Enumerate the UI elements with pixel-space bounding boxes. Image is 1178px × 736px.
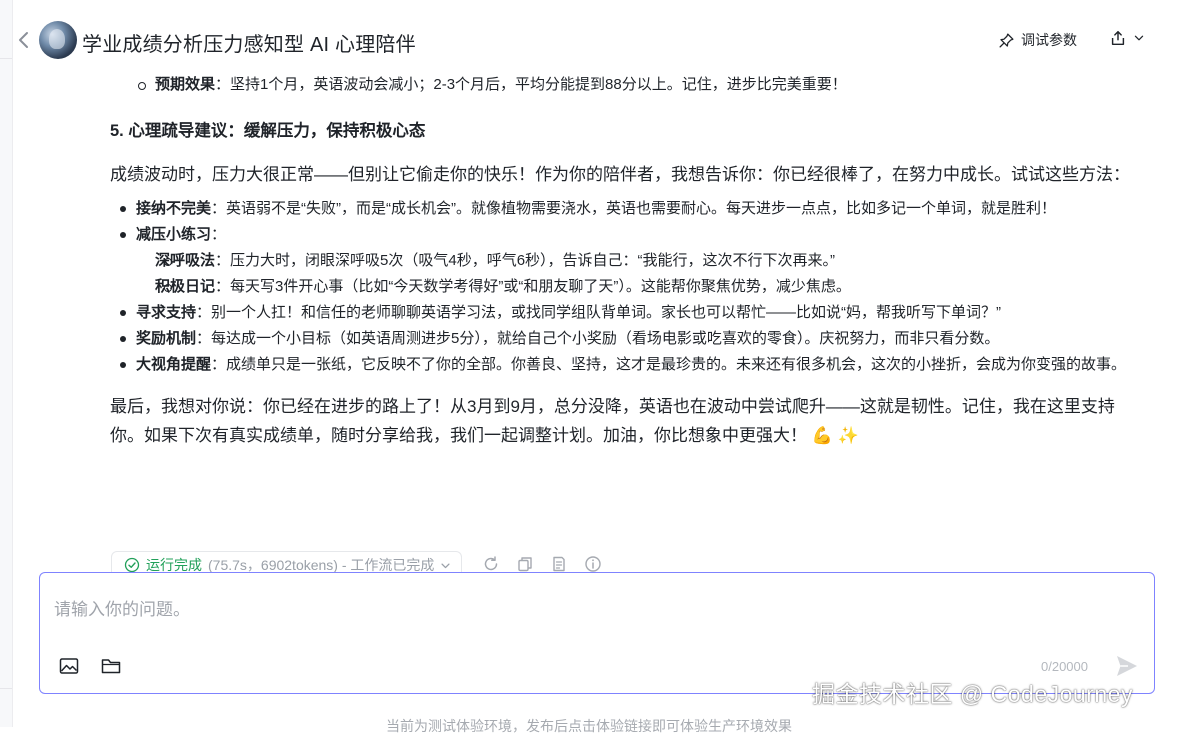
intro-paragraph: 成绩波动时，压力大很正常——但别让它偷走你的快乐！作为你的陪伴者，我想告诉你：你… (110, 165, 1130, 184)
advice-list: 接纳不完美：英语弱不是“失败”，而是“成长机会”。就像植物需要浇水，英语也需要耐… (110, 196, 1140, 378)
sidebar-divider (0, 688, 12, 689)
check-circle-icon (124, 557, 140, 573)
debug-params-button[interactable]: 调试参数 (998, 30, 1077, 50)
debug-params-label: 调试参数 (1021, 32, 1077, 48)
closing-paragraph: 最后，我想对你说：你已经在进步的路上了！从3月到9月，总分没降，英语也在波动中尝… (110, 392, 1140, 450)
info-icon (585, 556, 601, 572)
message-actions (481, 554, 603, 574)
image-icon (59, 658, 79, 674)
section-heading: 5. 心理疏导建议：缓解压力，保持积极心态 (110, 122, 426, 140)
list-item: 接纳不完美：英语弱不是“失败”，而是“成长机会”。就像植物需要浇水，英语也需要耐… (110, 196, 1140, 222)
info-button[interactable] (583, 554, 603, 574)
chevron-down-icon (1134, 35, 1144, 41)
copy-icon (518, 557, 532, 572)
item-text: ：压力大时，闭眼深呼吸5次（吸气4秒，呼气6秒），告诉自己：“我能行，这次不行下… (215, 252, 836, 269)
chevron-down-icon (441, 563, 450, 568)
question-input[interactable] (52, 593, 1116, 637)
item-label: 减压小练习 (136, 226, 212, 243)
upload-file-button[interactable] (100, 655, 122, 677)
item-label: 奖励机制 (136, 330, 197, 347)
item-label: 深呼吸法 (155, 252, 216, 269)
sidebar-divider (0, 58, 12, 59)
item-text: ： (211, 226, 227, 243)
document-edit-icon (553, 556, 565, 572)
item-text: ：坚持1个月，英语波动会减小；2-3个月后，平均分能提到88分以上。记住，进步比… (215, 76, 847, 93)
sub-list-item: 深呼吸法：压力大时，闭眼深呼吸5次（吸气4秒，呼气6秒），告诉自己：“我能行，这… (136, 248, 1140, 274)
back-button[interactable] (17, 30, 33, 50)
assistant-message: 预期效果：坚持1个月，英语波动会减小；2-3个月后，平均分能提到88分以上。记住… (110, 72, 1140, 450)
watermark: 掘金技术社区 @ CodeJourney (812, 681, 1133, 707)
closing-text: 最后，我想对你说：你已经在进步的路上了！从3月到9月，总分没降，英语也在波动中尝… (110, 397, 1115, 445)
list-item: 大视角提醒：成绩单只是一张纸，它反映不了你的全部。你善良、坚持，这才是最珍贵的。… (110, 352, 1140, 378)
share-menu-button[interactable] (1109, 29, 1145, 47)
item-text: ：每天写3件开心事（比如“今天数学考得好”或“和朋友聊了天”）。这能帮你聚焦优势… (215, 278, 851, 295)
chat-header: 学业成绩分析压力感知型 AI 心理陪伴 调试参数 (12, 0, 1178, 82)
list-item-expected-effect: 预期效果：坚持1个月，英语波动会减小；2-3个月后，平均分能提到88分以上。记住… (110, 72, 1140, 98)
list-item: 寻求支持：别一个人扛！和信任的老师聊聊英语学习法，或找同学组队背单词。家长也可以… (110, 300, 1140, 326)
item-text: ：别一个人扛！和信任的老师聊聊英语学习法，或找同学组队背单词。家长也可以帮忙——… (196, 304, 1002, 321)
list-item: 奖励机制：每达成一个小目标（如英语周测进步5分），就给自己个小奖励（看场电影或吃… (110, 326, 1140, 352)
char-counter: 0/20000 (1041, 659, 1088, 674)
item-label: 寻求支持 (136, 304, 197, 321)
item-label: 预期效果 (155, 76, 216, 93)
emoji-decoration: 💪 ✨ (811, 426, 859, 445)
item-label: 大视角提醒 (136, 356, 212, 373)
refresh-icon (484, 556, 498, 571)
sidebar-edge (0, 0, 13, 727)
list-item: 减压小练习： 深呼吸法：压力大时，闭眼深呼吸5次（吸气4秒，呼气6秒），告诉自己… (110, 222, 1140, 300)
item-label: 积极日记 (155, 278, 216, 295)
folder-icon (101, 659, 121, 674)
item-text: ：每达成一个小目标（如英语周测进步5分），就给自己个小奖励（看场电影或吃喜欢的零… (196, 330, 1000, 347)
upload-image-button[interactable] (58, 655, 80, 677)
chevron-left-icon (19, 32, 28, 48)
pin-icon (999, 32, 1014, 48)
note-button[interactable] (549, 554, 569, 574)
copy-button[interactable] (515, 554, 535, 574)
item-label: 接纳不完美 (136, 200, 212, 217)
item-text: ：成绩单只是一张纸，它反映不了你的全部。你善良、坚持，这才是最珍贵的。未来还有很… (211, 356, 1127, 373)
upload-icon (1111, 30, 1125, 46)
sub-list-item: 积极日记：每天写3件开心事（比如“今天数学考得好”或“和朋友聊了天”）。这能帮你… (136, 274, 1140, 300)
avatar (39, 21, 77, 59)
environment-note: 当前为测试体验环境，发布后点击体验链接即可体验生产环境效果 (386, 718, 792, 734)
page-title: 学业成绩分析压力感知型 AI 心理陪伴 (82, 34, 416, 56)
item-text: ：英语弱不是“失败”，而是“成长机会”。就像植物需要浇水，英语也需要耐心。每天进… (211, 200, 1057, 217)
regenerate-button[interactable] (481, 554, 501, 574)
